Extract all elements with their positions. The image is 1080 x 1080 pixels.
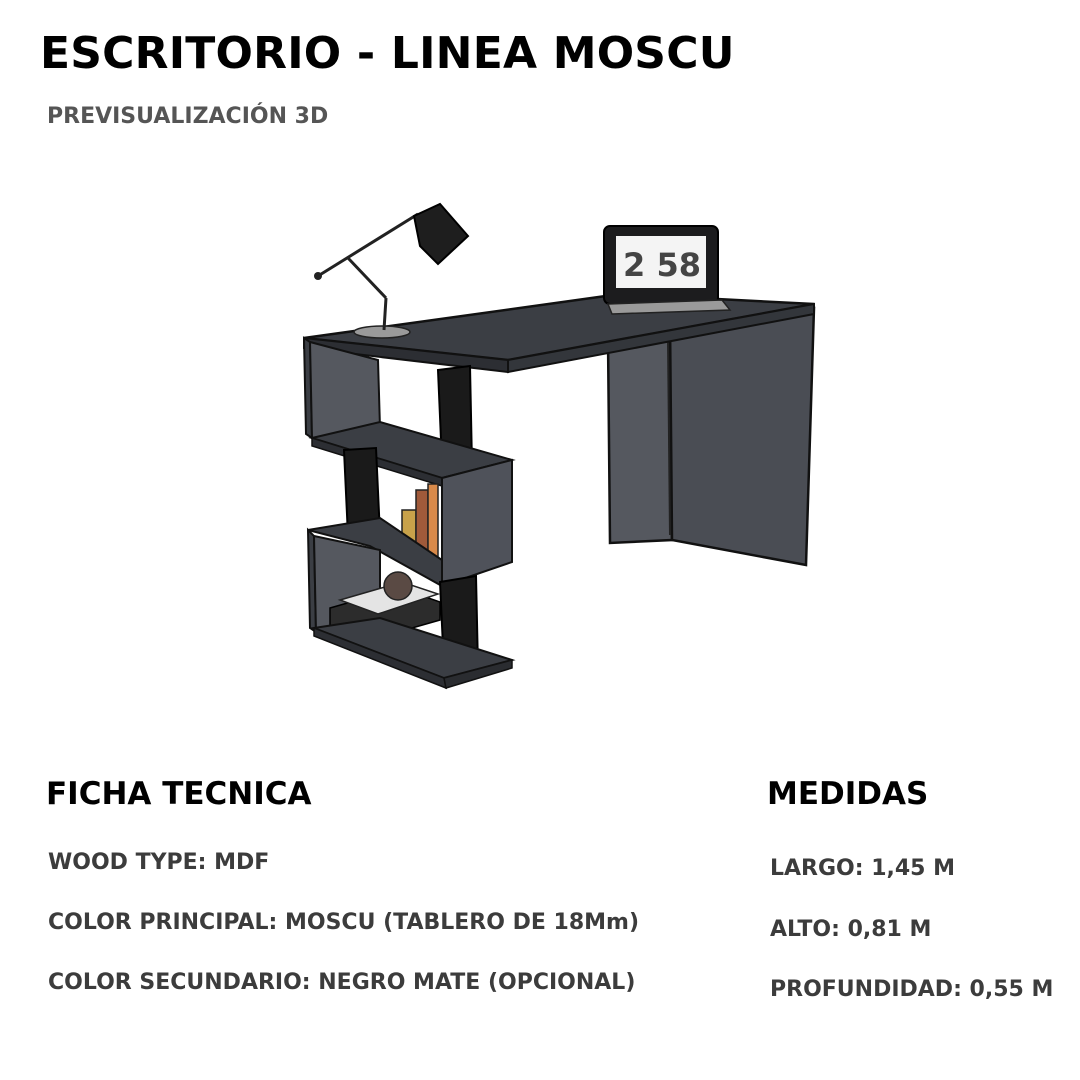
ficha-item-color-principal: COLOR PRINCIPAL: MOSCU (TABLERO DE 18Mm) [48,910,640,935]
laptop-clock: 2 58 [623,246,701,284]
medidas-item-largo: LARGO: 1,45 M [770,856,956,881]
ficha-item-color-secundario: COLOR SECUNDARIO: NEGRO MATE (OPCIONAL) [48,970,636,995]
desk-3d-preview: 2 58 [302,202,816,690]
medidas-item-alto: ALTO: 0,81 M [770,917,932,942]
preview-subtitle: PREVISUALIZACIÓN 3D [47,104,329,129]
medidas-item-profundidad: PROFUNDIDAD: 0,55 M [770,977,1054,1002]
page-title: ESCRITORIO - LINEA MOSCU [40,28,735,79]
medidas-heading: MEDIDAS [767,776,929,812]
laptop: 2 58 [603,225,732,315]
ficha-tecnica-heading: FICHA TECNICA [46,776,312,812]
s-shelf-unit [302,336,516,690]
ficha-item-wood-type: WOOD TYPE: MDF [48,850,270,875]
